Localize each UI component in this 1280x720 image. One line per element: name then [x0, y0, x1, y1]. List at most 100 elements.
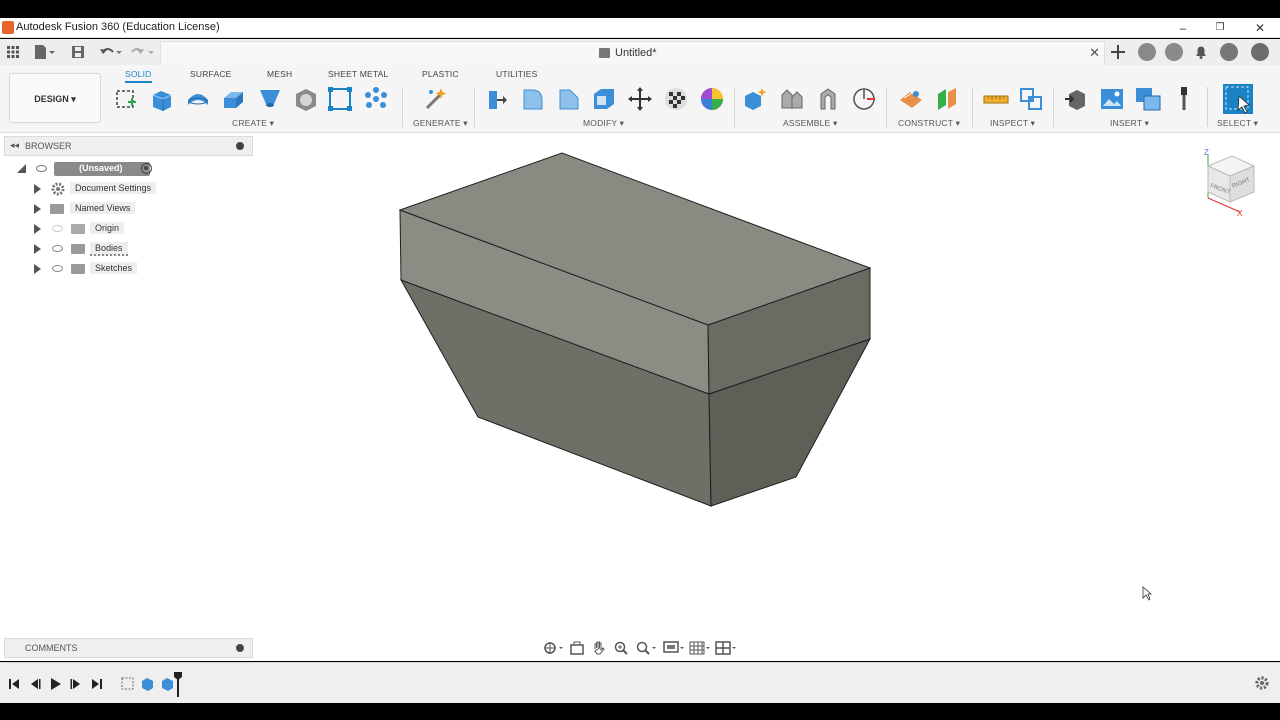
expand-arrow-icon[interactable] [34, 204, 41, 214]
help-icon[interactable] [1220, 43, 1238, 61]
step-back-icon[interactable] [27, 676, 43, 692]
play-icon[interactable] [47, 676, 63, 692]
browser-pin-icon[interactable] [236, 142, 244, 150]
redo-icon[interactable] [130, 43, 156, 61]
expanded-triangle-icon[interactable] [16, 163, 28, 175]
app-grid-icon[interactable] [6, 43, 20, 61]
insert-decal-icon[interactable] [1099, 86, 1125, 112]
timeline-extrude-icon[interactable] [140, 676, 155, 691]
select-menu[interactable]: SELECT ▾ [1217, 118, 1258, 129]
job-status-icon[interactable] [1165, 43, 1183, 61]
timeline-marker-icon[interactable] [173, 671, 183, 697]
close-window-button[interactable]: ✕ [1250, 18, 1270, 38]
assemble-menu[interactable]: ASSEMBLE ▾ [783, 118, 837, 129]
browser-item-document-settings[interactable]: Document Settings [32, 181, 252, 197]
undo-icon[interactable] [98, 43, 124, 61]
generate-menu[interactable]: GENERATE ▾ [413, 118, 468, 129]
display-settings-icon[interactable] [663, 640, 685, 656]
shell-modify-icon[interactable] [591, 86, 617, 112]
measure-icon[interactable] [983, 86, 1009, 112]
restore-button[interactable]: ❐ [1210, 18, 1230, 38]
shell-icon[interactable] [293, 86, 319, 112]
tab-sheet-metal[interactable]: SHEET METAL [328, 69, 388, 79]
browser-root-row[interactable]: (Unsaved) [16, 161, 256, 177]
grid-snaps-icon[interactable] [689, 640, 711, 656]
visibility-eye-icon[interactable] [52, 225, 63, 232]
insert-derive-icon[interactable] [1063, 86, 1089, 112]
press-pull-icon[interactable] [484, 86, 510, 112]
extensions-icon[interactable] [1138, 43, 1156, 61]
minimize-button[interactable]: – [1173, 18, 1193, 38]
pan-hand-icon[interactable] [591, 640, 607, 656]
browser-item-origin[interactable]: Origin [32, 221, 252, 237]
browser-item-named-views[interactable]: Named Views [32, 201, 252, 217]
go-to-end-icon[interactable] [89, 676, 105, 692]
visibility-eye-icon[interactable] [52, 245, 63, 252]
file-menu-icon[interactable] [34, 43, 56, 61]
comments-add-icon[interactable] [236, 644, 244, 652]
circular-pattern-icon[interactable] [363, 86, 389, 112]
tab-utilities[interactable]: UTILITIES [496, 69, 537, 79]
save-icon[interactable] [70, 43, 86, 61]
extrude-icon[interactable] [149, 86, 175, 112]
tab-surface[interactable]: SURFACE [190, 69, 232, 79]
chamfer-icon[interactable] [556, 86, 582, 112]
activate-radio-icon[interactable] [141, 163, 152, 174]
interference-icon[interactable] [1018, 86, 1044, 112]
create-menu[interactable]: CREATE ▾ [232, 118, 274, 129]
browser-panel-header[interactable]: ◂◂ BROWSER [4, 136, 253, 156]
plane-at-angle-icon[interactable] [934, 86, 960, 112]
create-sketch-icon[interactable] [113, 86, 139, 112]
browser-item-bodies[interactable]: Bodies [32, 241, 252, 257]
tab-solid[interactable]: SOLID [125, 69, 152, 83]
offset-plane-icon[interactable] [898, 86, 924, 112]
viewcube[interactable]: Z X FRONT RIGHT [1196, 146, 1262, 218]
comments-panel-header[interactable]: COMMENTS [4, 638, 253, 658]
fillet-icon[interactable] [520, 86, 546, 112]
expand-arrow-icon[interactable] [34, 244, 41, 254]
rectangular-pattern-icon[interactable] [327, 86, 353, 112]
appearance-icon[interactable] [663, 86, 689, 112]
new-tab-icon[interactable] [1109, 43, 1127, 61]
motion-link-icon[interactable] [851, 86, 877, 112]
expand-arrow-icon[interactable] [34, 264, 41, 274]
notifications-bell-icon[interactable] [1193, 43, 1209, 61]
revolve-icon[interactable] [185, 86, 211, 112]
look-at-icon[interactable] [569, 640, 585, 656]
visibility-eye-icon[interactable] [36, 165, 47, 172]
as-built-joint-icon[interactable] [815, 86, 841, 112]
close-tab-button[interactable]: ✕ [1089, 45, 1100, 61]
insert-canvas-icon[interactable] [1135, 86, 1161, 112]
insert-mcmaster-icon[interactable] [1171, 86, 1197, 112]
go-to-start-icon[interactable] [6, 676, 22, 692]
inspect-menu[interactable]: INSPECT ▾ [990, 118, 1035, 129]
workspace-switcher[interactable]: DESIGN ▾ [9, 73, 101, 123]
move-copy-icon[interactable] [627, 86, 653, 112]
viewports-icon[interactable] [715, 640, 737, 656]
insert-menu[interactable]: INSERT ▾ [1110, 118, 1149, 129]
document-tab[interactable]: Untitled* ✕ [160, 41, 1105, 65]
sweep-icon[interactable] [221, 86, 247, 112]
loft-icon[interactable] [257, 86, 283, 112]
select-icon[interactable] [1222, 83, 1254, 115]
tab-plastic[interactable]: PLASTIC [422, 69, 459, 79]
tab-mesh[interactable]: MESH [267, 69, 292, 79]
generative-design-icon[interactable] [423, 86, 449, 112]
browser-item-sketches[interactable]: Sketches [32, 261, 252, 277]
zoom-window-icon[interactable] [635, 640, 657, 656]
zoom-icon[interactable] [613, 640, 629, 656]
visibility-eye-icon[interactable] [52, 265, 63, 272]
new-component-icon[interactable] [743, 86, 769, 112]
step-forward-icon[interactable] [68, 676, 84, 692]
timeline-sketch-icon[interactable] [120, 676, 135, 691]
user-avatar[interactable] [1251, 43, 1269, 61]
collapse-browser-icon[interactable]: ◂◂ [10, 140, 19, 151]
physical-material-icon[interactable] [699, 86, 725, 112]
construct-menu[interactable]: CONSTRUCT ▾ [898, 118, 960, 129]
modify-menu[interactable]: MODIFY ▾ [583, 118, 624, 129]
expand-arrow-icon[interactable] [34, 224, 41, 234]
joint-icon[interactable] [779, 86, 805, 112]
orbit-icon[interactable] [542, 640, 564, 656]
expand-arrow-icon[interactable] [34, 184, 41, 194]
timeline-settings-gear-icon[interactable] [1254, 675, 1270, 691]
